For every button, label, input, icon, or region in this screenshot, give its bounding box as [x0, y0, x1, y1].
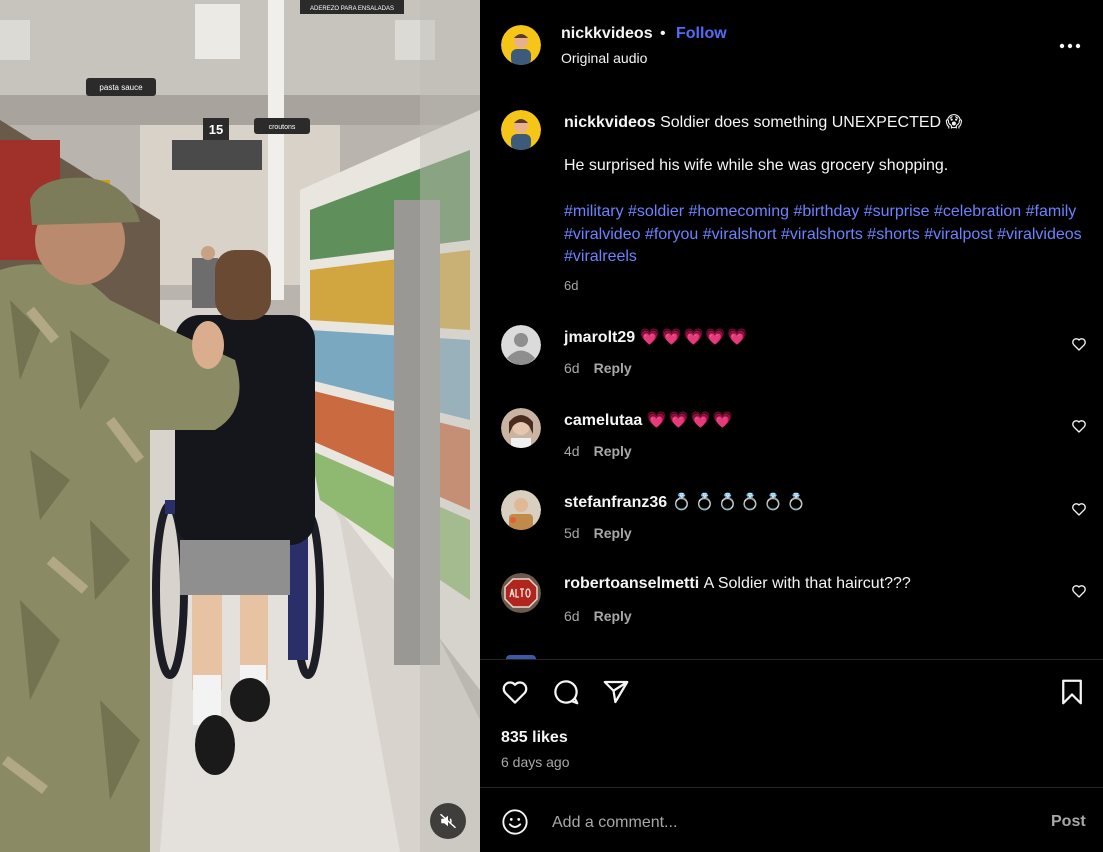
reply-button[interactable]: Reply	[594, 608, 632, 624]
comment-time: 5d	[564, 525, 580, 541]
hashtag-link[interactable]: #viralshorts	[781, 226, 863, 243]
alto-sign-avatar-icon	[501, 573, 541, 613]
comment-button[interactable]	[551, 677, 581, 707]
comment-meta: 6d Reply	[564, 608, 632, 624]
reply-button[interactable]: Reply	[594, 360, 632, 376]
heart-outline-icon	[502, 681, 528, 704]
hashtag-link[interactable]: #celebration	[934, 203, 1021, 220]
caption-timestamp: 6d	[564, 278, 579, 293]
hashtag-link[interactable]: #military	[564, 203, 624, 220]
author-avatar-image	[501, 25, 541, 65]
comment-text: 💗💗💗💗💗	[639, 329, 750, 346]
comment-username[interactable]: stefanfranz36	[564, 494, 667, 511]
post-panel: nickkvideos • Follow Original audio nick…	[480, 0, 1103, 852]
hashtag-link[interactable]: #soldier	[628, 203, 684, 220]
comment-text: A Soldier with that haircut???	[703, 575, 911, 592]
hashtag-link[interactable]: #foryou	[645, 226, 698, 243]
heart-outline-icon	[1072, 420, 1086, 433]
comment-row: camelutaa 💗💗💗💗	[564, 410, 734, 430]
audio-label[interactable]: Original audio	[561, 50, 647, 66]
aisle-sign-dressing: ADEREZO PARA ENSALADAS	[310, 6, 394, 12]
comment-time: 6d	[564, 360, 580, 376]
default-user-icon	[501, 325, 541, 365]
more-options-button[interactable]	[1057, 36, 1083, 56]
hashtag-link[interactable]: #shorts	[867, 226, 919, 243]
author-username[interactable]: nickkvideos	[561, 25, 653, 43]
paper-plane-icon	[603, 680, 629, 704]
speech-bubble-icon	[554, 680, 579, 705]
hashtag-link[interactable]: #surprise	[864, 203, 930, 220]
comment-text: 💗💗💗💗	[646, 412, 735, 429]
comment-input[interactable]	[550, 808, 1024, 838]
user-photo-icon	[501, 408, 541, 448]
comment-avatar[interactable]	[501, 408, 541, 448]
follow-button[interactable]: Follow	[676, 25, 727, 43]
comment-username[interactable]: camelutaa	[564, 412, 642, 429]
comment-meta: 4d Reply	[564, 443, 632, 459]
comment-avatar[interactable]	[501, 573, 541, 613]
comment-like-button[interactable]	[1071, 336, 1087, 352]
comment-meta: 5d Reply	[564, 525, 632, 541]
caption-avatar[interactable]	[501, 110, 541, 150]
reply-button[interactable]: Reply	[594, 443, 632, 459]
comment-like-button[interactable]	[1071, 583, 1087, 599]
caption-avatar-image	[501, 110, 541, 150]
speaker-muted-icon	[439, 813, 457, 829]
hashtag-link[interactable]: #viralvideo	[564, 226, 640, 243]
comment-username[interactable]: robertoanselmetti	[564, 575, 699, 592]
likes-count[interactable]: 835 likes	[501, 729, 568, 747]
comment-like-button[interactable]	[1071, 501, 1087, 517]
aisle-sign-pasta: pasta sauce	[99, 83, 143, 92]
hashtag-link[interactable]: #family	[1026, 203, 1077, 220]
author-avatar[interactable]	[501, 25, 541, 65]
hashtag-link[interactable]: #homecoming	[689, 203, 790, 220]
caption-body: He surprised his wife while she was groc…	[564, 157, 949, 174]
separator-dot: •	[660, 25, 666, 42]
comment-row: jmarolt29 💗💗💗💗💗	[564, 327, 749, 347]
comment-avatar[interactable]	[501, 490, 541, 530]
aisle-sign-croutons: croutons	[269, 124, 296, 131]
heart-outline-icon	[1072, 585, 1086, 598]
comment-meta: 6d Reply	[564, 360, 632, 376]
hashtag-list: #military #soldier #homecoming #birthday…	[564, 201, 1084, 269]
hashtag-link[interactable]: #viralvideos	[997, 226, 1081, 243]
comment-row: robertoanselmetti A Soldier with that ha…	[564, 575, 911, 593]
comment-text: 💍💍💍💍💍💍	[671, 494, 810, 511]
user-photo-icon	[501, 490, 541, 530]
divider	[480, 659, 1103, 660]
hashtag-link[interactable]: #viralpost	[924, 226, 992, 243]
more-horizontal-icon	[1059, 43, 1081, 49]
heart-outline-icon	[1072, 503, 1086, 516]
mute-button[interactable]	[430, 803, 466, 839]
bookmark-icon	[1062, 679, 1082, 705]
reel-video[interactable]: pasta sauce croutons 15 ADEREZO PARA ENS…	[0, 0, 480, 852]
hashtag-link[interactable]: #viralreels	[564, 248, 637, 265]
hashtag-link[interactable]: #viralshort	[703, 226, 777, 243]
caption-username[interactable]: nickkvideos	[564, 114, 656, 131]
save-button[interactable]	[1057, 677, 1087, 707]
post-button[interactable]: Post	[1051, 813, 1086, 831]
comment-row: stefanfranz36 💍💍💍💍💍💍	[564, 492, 809, 512]
emoji-button[interactable]	[501, 808, 529, 836]
comment-like-button[interactable]	[1071, 418, 1087, 434]
divider	[480, 787, 1103, 788]
aisle-number: 15	[209, 122, 223, 137]
smiley-icon	[502, 809, 528, 835]
hashtag-link[interactable]: #birthday	[793, 203, 859, 220]
caption-title: Soldier does something UNEXPECTED 😱	[660, 114, 963, 131]
video-frame: pasta sauce croutons 15 ADEREZO PARA ENS…	[0, 0, 480, 852]
reply-button[interactable]: Reply	[594, 525, 632, 541]
like-button[interactable]	[500, 677, 530, 707]
comment-avatar[interactable]	[501, 325, 541, 365]
caption-text: nickkvideos Soldier does something UNEXP…	[564, 112, 1084, 135]
post-date: 6 days ago	[501, 754, 570, 770]
comment-time: 6d	[564, 608, 580, 624]
comment-time: 4d	[564, 443, 580, 459]
comment-username[interactable]: jmarolt29	[564, 329, 635, 346]
heart-outline-icon	[1072, 338, 1086, 351]
share-button[interactable]	[601, 677, 631, 707]
